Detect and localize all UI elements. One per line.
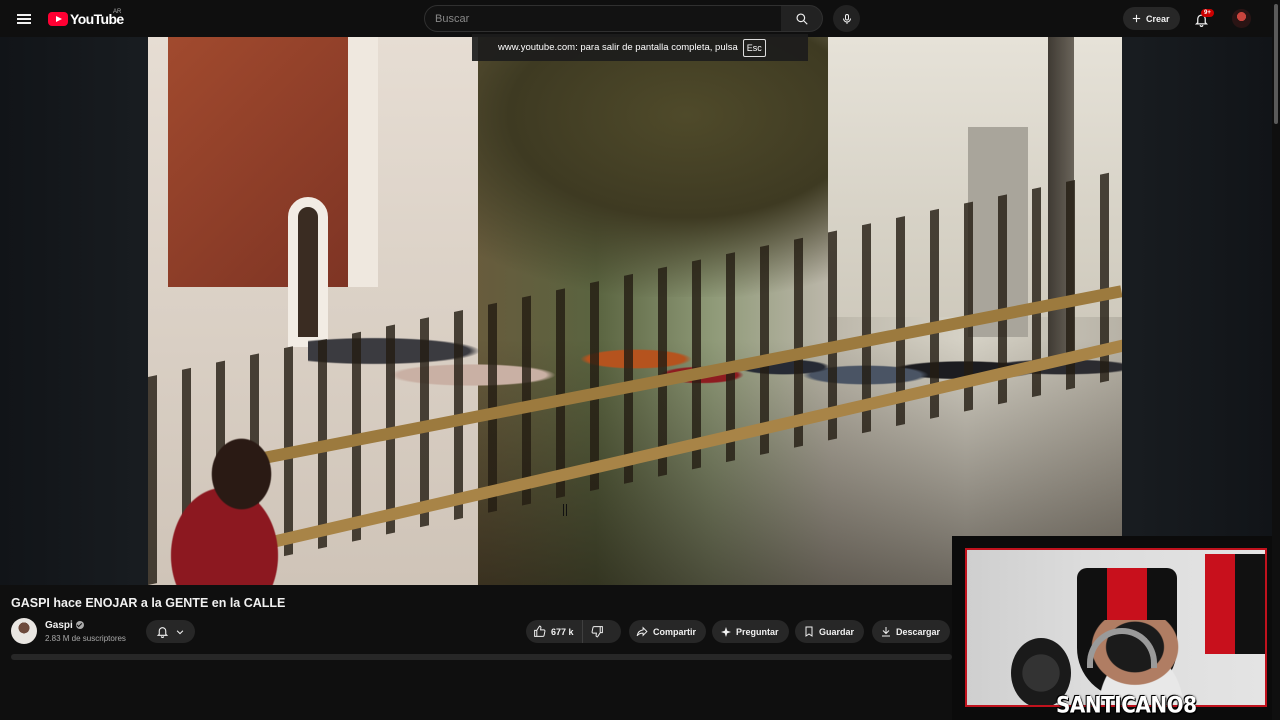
channel-name-link[interactable]: Gaspi — [45, 620, 84, 631]
like-dislike-group: 677 k — [526, 620, 621, 643]
region-code: AR — [113, 9, 122, 15]
thumbs-down-icon — [591, 626, 603, 638]
video-scene-brick — [168, 37, 378, 287]
dislike-button[interactable] — [583, 620, 612, 643]
chevron-down-icon — [176, 629, 184, 634]
description-placeholder — [11, 654, 952, 660]
channel-name: Gaspi — [45, 620, 73, 631]
ask-label: Preguntar — [736, 626, 779, 637]
play-logo-icon — [48, 12, 68, 26]
webcam-jersey — [1205, 554, 1265, 654]
ask-button[interactable]: Preguntar — [712, 620, 789, 643]
fullscreen-notice-text: www.youtube.com: para salir de pantalla … — [498, 42, 738, 53]
search-box[interactable] — [424, 5, 782, 32]
create-button[interactable]: Crear — [1123, 7, 1180, 30]
share-icon — [636, 626, 648, 637]
save-button[interactable]: Guardar — [795, 620, 865, 643]
download-button[interactable]: Descargar — [872, 620, 951, 643]
bell-outline-icon — [156, 627, 169, 638]
esc-key-hint: Esc — [742, 38, 766, 57]
mic-icon — [842, 13, 851, 24]
video-scene-child — [148, 437, 318, 585]
menu-icon[interactable] — [14, 9, 34, 29]
webcam-feed — [965, 548, 1267, 707]
channel-avatar[interactable] — [11, 618, 37, 644]
create-label: Crear — [1146, 13, 1170, 24]
like-button[interactable]: 677 k — [526, 620, 583, 643]
voice-search-button[interactable] — [833, 5, 860, 32]
search-input[interactable] — [425, 6, 781, 31]
subscriber-count: 2.83 M de suscriptores — [45, 634, 126, 643]
share-button[interactable]: Compartir — [629, 620, 707, 643]
save-label: Guardar — [819, 626, 855, 637]
video-title: GASPI hace ENOJAR a la GENTE en la CALLE — [11, 596, 286, 610]
search-icon — [795, 12, 808, 25]
share-label: Compartir — [653, 626, 697, 637]
plus-icon — [1132, 14, 1141, 23]
verified-icon — [75, 621, 84, 629]
notification-badge: 9+ — [1201, 9, 1214, 17]
scrollbar-thumb[interactable] — [1274, 4, 1278, 124]
video-player[interactable] — [148, 37, 1122, 585]
download-icon — [882, 627, 890, 637]
masthead: YouTube AR Crear 9+ — [0, 0, 1280, 37]
bookmark-icon — [805, 626, 813, 637]
download-label: Descargar — [896, 626, 941, 637]
fullscreen-notice: www.youtube.com: para salir de pantalla … — [472, 34, 808, 61]
search-button[interactable] — [781, 5, 823, 32]
page-scrollbar[interactable] — [1272, 0, 1280, 720]
text-cursor-icon — [563, 504, 567, 516]
subscription-bell-button[interactable] — [146, 620, 195, 643]
sparkle-icon — [721, 626, 731, 637]
like-count: 677 k — [551, 626, 574, 637]
streamer-name: SANTICANO8 — [1056, 691, 1197, 719]
account-avatar[interactable] — [1232, 9, 1251, 28]
thumbs-up-icon — [534, 625, 546, 637]
